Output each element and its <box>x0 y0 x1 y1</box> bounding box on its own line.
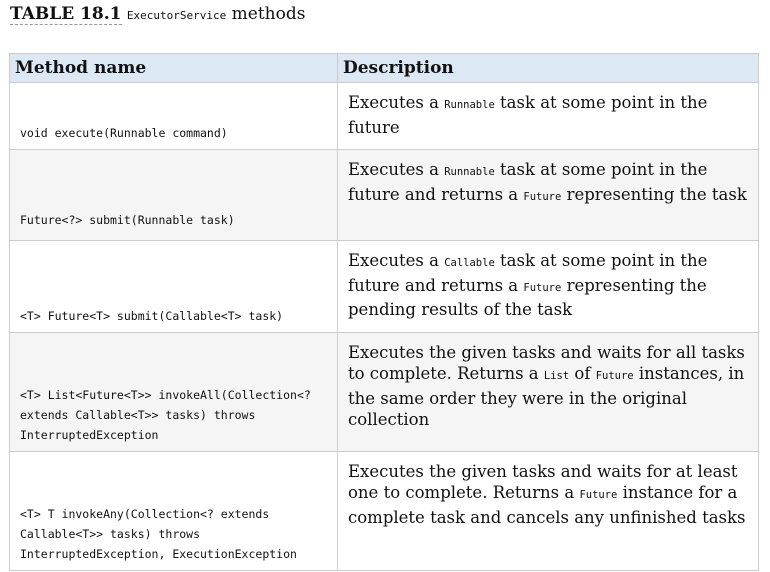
inline-code: Callable <box>444 257 495 269</box>
table-number: TABLE 18.1 <box>10 4 122 25</box>
inline-code: Future <box>523 190 562 203</box>
method-description: Executes a Runnable task at some point i… <box>337 82 759 150</box>
method-signature: <T> List<Future<T>> invokeAll(Collection… <box>9 331 338 452</box>
method-signature: <T> T invokeAny(Collection<? extends Cal… <box>9 450 338 571</box>
description-text: Executes a <box>348 160 445 179</box>
description-text: Executes a <box>348 251 445 270</box>
table-header-row: Method name Description <box>9 53 759 83</box>
inline-code: Runnable <box>444 166 495 178</box>
method-description: Executes the given tasks and waits for a… <box>337 450 759 571</box>
caption-class-name: ExecutorService <box>126 9 227 22</box>
method-signature: <T> Future<T> submit(Callable<T> task) <box>9 240 338 333</box>
caption-suffix: methods <box>231 4 306 24</box>
description-header: Description <box>337 53 759 83</box>
table-row: <T> List<Future<T>> invokeAll(Collection… <box>9 331 759 452</box>
method-description: Executes the given tasks and waits for a… <box>337 331 759 452</box>
table-row: <T> Future<T> submit(Callable<T> task) E… <box>9 240 759 333</box>
method-signature: void execute(Runnable command) <box>9 82 338 150</box>
method-signature: Future<?> submit(Runnable task) <box>9 149 338 241</box>
inline-code: Future <box>579 489 618 501</box>
method-name-header: Method name <box>9 53 338 83</box>
table-caption: TABLE 18.1 ExecutorService methods <box>10 4 306 25</box>
table-row: void execute(Runnable command) Executes … <box>9 82 759 150</box>
inline-code: List <box>543 370 570 382</box>
inline-code: Future <box>523 281 562 294</box>
description-text: Executes a <box>348 93 445 112</box>
description-text: of <box>569 364 596 383</box>
description-text: representing the task <box>561 184 747 204</box>
methods-table: Method name Description void execute(Run… <box>9 53 759 571</box>
table-row: <T> T invokeAny(Collection<? extends Cal… <box>9 450 759 571</box>
method-description: Executes a Runnable task at some point i… <box>337 149 759 241</box>
inline-code: Runnable <box>444 99 495 111</box>
method-description: Executes a Callable task at some point i… <box>337 240 759 333</box>
table-row: Future<?> submit(Runnable task) Executes… <box>9 149 759 241</box>
inline-code: Future <box>595 370 634 382</box>
